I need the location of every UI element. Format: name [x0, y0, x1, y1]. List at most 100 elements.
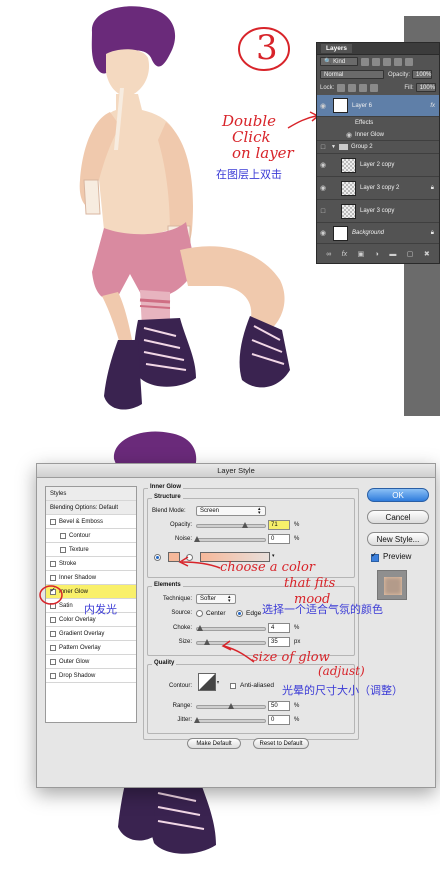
range-slider-knob[interactable]	[228, 703, 234, 709]
opacity-field[interactable]: 100%	[412, 70, 433, 79]
image-filter-icon[interactable]	[361, 57, 369, 66]
layer-row-layer-3-copy[interactable]: □ Layer 3 copy	[317, 200, 439, 223]
jitter-field[interactable]: 0	[268, 715, 290, 725]
type-filter-icon[interactable]	[383, 57, 391, 66]
technique-select[interactable]: Softer	[196, 594, 236, 604]
layers-tabbar: Layers	[317, 43, 439, 55]
blend-mode-select[interactable]: Normal	[320, 70, 384, 79]
layer-row-layer-2-copy[interactable]: ◉ Layer 2 copy	[317, 154, 439, 177]
jitter-slider[interactable]	[194, 717, 266, 723]
lock-brush-icon[interactable]	[348, 83, 357, 92]
trash-icon[interactable]: ✖	[424, 250, 430, 258]
mask-icon[interactable]: ▣	[358, 250, 365, 258]
fill-field[interactable]: 100%	[415, 83, 436, 92]
layer-thumbnail	[341, 157, 356, 173]
size-of-glow-line2: (adjust)	[318, 664, 365, 678]
layer-row-layer-6[interactable]: ◉ Layer 6 fx	[317, 95, 439, 117]
checkbox[interactable]	[50, 560, 56, 567]
kind-filter-label: Kind	[333, 59, 346, 65]
checkbox[interactable]	[50, 518, 56, 525]
make-default-button[interactable]: Make Default	[187, 738, 241, 749]
lock-pixels-icon[interactable]	[337, 83, 346, 92]
eye-icon[interactable]: ◉	[317, 161, 329, 169]
size-field[interactable]: 35	[268, 637, 290, 647]
styles-item-styles[interactable]: Styles	[46, 487, 136, 501]
layer-row-group-2[interactable]: □ ▼ Group 2	[317, 141, 439, 154]
styles-item-texture[interactable]: Texture	[46, 543, 136, 557]
checkbox[interactable]	[50, 630, 56, 637]
blend-mode-select[interactable]: Screen	[196, 506, 266, 516]
choke-slider[interactable]	[196, 625, 266, 631]
layer-row-background[interactable]: ◉ Background 🔒︎	[317, 223, 439, 244]
layer-row-layer-3-copy-2[interactable]: ◉ Layer 3 copy 2 🔒︎	[317, 177, 439, 200]
styles-item-pattern-overlay[interactable]: Pattern Overlay	[46, 641, 136, 655]
item-label: Contour	[69, 532, 91, 539]
eye-icon[interactable]: ◉	[317, 229, 329, 237]
checkbox[interactable]	[50, 616, 56, 623]
preview-checkbox[interactable]	[371, 551, 379, 562]
styles-item-outer-glow[interactable]: Outer Glow	[46, 655, 136, 669]
styles-item-drop-shadow[interactable]: Drop Shadow	[46, 669, 136, 683]
styles-item-gradient-overlay[interactable]: Gradient Overlay	[46, 627, 136, 641]
link-icon[interactable]: ∞	[326, 251, 331, 258]
opacity-field[interactable]: 71	[268, 520, 290, 530]
cancel-button[interactable]: Cancel	[367, 510, 429, 524]
range-field[interactable]: 50	[268, 701, 290, 711]
range-slider[interactable]	[196, 703, 266, 709]
reset-default-button[interactable]: Reset to Default	[253, 738, 309, 749]
styles-item-inner-shadow[interactable]: Inner Shadow	[46, 571, 136, 585]
source-edge-radio[interactable]	[236, 610, 243, 617]
checkbox[interactable]	[50, 658, 56, 665]
checkbox[interactable]	[60, 546, 66, 553]
fx-badge: fx	[430, 102, 435, 109]
opacity-label: Opacity:	[169, 522, 192, 528]
choke-slider-knob[interactable]	[196, 625, 203, 631]
new-group-icon[interactable]: ▬	[389, 251, 396, 258]
smart-filter-icon[interactable]	[405, 57, 413, 66]
styles-item-blending-options[interactable]: Blending Options: Default	[46, 501, 136, 515]
opacity-slider-knob[interactable]	[242, 522, 249, 528]
checkbox[interactable]	[50, 644, 56, 651]
lock-move-icon[interactable]	[359, 83, 368, 92]
checkbox[interactable]	[50, 672, 56, 679]
eye-off-icon[interactable]: □	[317, 208, 329, 215]
layer-thumbnail	[341, 203, 356, 219]
eye-icon[interactable]: ◉	[317, 102, 329, 110]
choke-field[interactable]: 4	[268, 623, 290, 633]
jitter-slider-knob[interactable]	[194, 717, 200, 723]
opacity-slider[interactable]	[196, 522, 266, 528]
effect-eye-icon[interactable]: ◉	[343, 131, 355, 139]
source-center-radio[interactable]	[196, 610, 203, 617]
lock-all-icon[interactable]	[370, 83, 379, 92]
gradient-dropdown-icon[interactable]: ▾	[272, 553, 275, 559]
layer-inner-glow-row[interactable]: ◉ Inner Glow	[317, 129, 439, 141]
adjust-filter-icon[interactable]	[372, 57, 380, 66]
size-slider-knob[interactable]	[203, 639, 210, 645]
lock-row: Lock: Fill: 100%	[317, 81, 439, 94]
ok-button[interactable]: OK	[367, 488, 429, 502]
solid-color-radio[interactable]	[154, 554, 161, 561]
styles-item-contour[interactable]: Contour	[46, 529, 136, 543]
styles-item-stroke[interactable]: Stroke	[46, 557, 136, 571]
eye-icon[interactable]: ◉	[317, 184, 329, 192]
tab-layers[interactable]: Layers	[321, 44, 352, 53]
new-layer-icon[interactable]: ▢	[407, 250, 414, 258]
noise-field[interactable]: 0	[268, 534, 290, 544]
checkbox[interactable]	[60, 532, 66, 539]
layer-effects-row[interactable]: Effects	[317, 117, 439, 129]
noise-slider-knob[interactable]	[194, 536, 200, 542]
jitter-label: Jitter:	[177, 717, 192, 723]
styles-item-bevel-emboss[interactable]: Bevel & Emboss	[46, 515, 136, 529]
kind-filter[interactable]: 🔍 Kind	[320, 57, 358, 66]
new-style-button[interactable]: New Style...	[367, 532, 429, 546]
anti-aliased-checkbox[interactable]	[230, 683, 236, 689]
shape-filter-icon[interactable]	[394, 57, 402, 66]
eye-off-icon[interactable]: □	[317, 144, 329, 151]
adjustment-icon[interactable]: ◑	[375, 251, 379, 258]
item-label: Gradient Overlay	[59, 630, 105, 637]
contour-preview[interactable]	[198, 673, 220, 693]
disclosure-triangle-icon[interactable]: ▼	[331, 144, 336, 150]
checkbox[interactable]	[50, 574, 56, 581]
fx-icon[interactable]: fx	[342, 251, 347, 258]
noise-slider[interactable]	[194, 536, 266, 542]
